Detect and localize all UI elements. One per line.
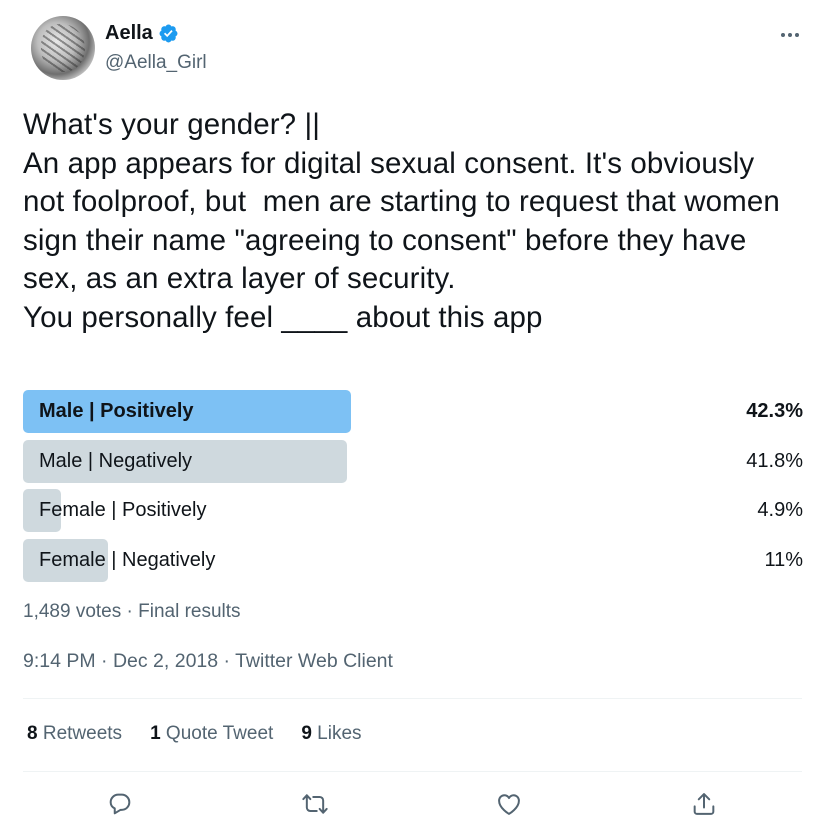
avatar[interactable] — [31, 16, 95, 80]
author-name-row: Aella — [105, 22, 179, 45]
action-bar — [0, 786, 816, 822]
more-icon[interactable] — [778, 23, 802, 47]
poll-option-percent: 4.9% — [757, 499, 803, 522]
engagement-stats: 8 Retweets 1 Quote Tweet 9 Likes — [27, 723, 362, 745]
poll: Male | Positively 42.3% Male | Negativel… — [23, 390, 803, 588]
quote-tweets-label: Quote Tweet — [165, 723, 274, 744]
divider — [23, 771, 802, 772]
poll-option-percent: 41.8% — [746, 449, 803, 472]
quote-tweets-stat[interactable]: 1 Quote Tweet — [150, 723, 273, 745]
poll-option: Female | Negatively 11% — [23, 538, 803, 582]
likes-count: 9 — [301, 723, 312, 744]
poll-option: Male | Negatively 41.8% — [23, 439, 803, 483]
likes-label: Likes — [317, 723, 362, 744]
poll-option-label: Female | Negatively — [39, 548, 216, 571]
retweets-stat[interactable]: 8 Retweets — [27, 723, 122, 745]
share-icon[interactable] — [686, 786, 722, 822]
like-icon[interactable] — [491, 786, 527, 822]
poll-option-label: Female | Positively — [39, 499, 207, 522]
poll-option-label: Male | Negatively — [39, 449, 193, 472]
poll-option-percent: 11% — [764, 548, 803, 571]
poll-option-label: Male | Positively — [39, 400, 194, 422]
poll-option-percent: 42.3% — [746, 400, 803, 422]
reply-icon[interactable] — [102, 786, 138, 822]
author-handle[interactable]: @Aella_Girl — [105, 52, 207, 74]
retweet-icon[interactable] — [297, 786, 333, 822]
poll-option: Male | Positively 42.3% — [23, 390, 803, 433]
divider — [23, 698, 802, 699]
retweets-label: Retweets — [42, 723, 123, 744]
retweets-count: 8 — [27, 723, 38, 744]
verified-badge-icon — [159, 24, 178, 43]
timestamp[interactable]: 9:14 PM · Dec 2, 2018 · Twitter Web Clie… — [23, 650, 393, 673]
tweet-header: Aella @Aella_Girl — [23, 15, 802, 85]
author-name[interactable]: Aella — [105, 22, 153, 45]
quote-tweets-count: 1 — [150, 723, 161, 744]
poll-option: Female | Positively 4.9% — [23, 489, 803, 533]
likes-stat[interactable]: 9 Likes — [301, 723, 361, 745]
poll-meta: 1,489 votes · Final results — [23, 601, 241, 622]
tweet-text: What's your gender? || An app appears fo… — [23, 108, 780, 334]
